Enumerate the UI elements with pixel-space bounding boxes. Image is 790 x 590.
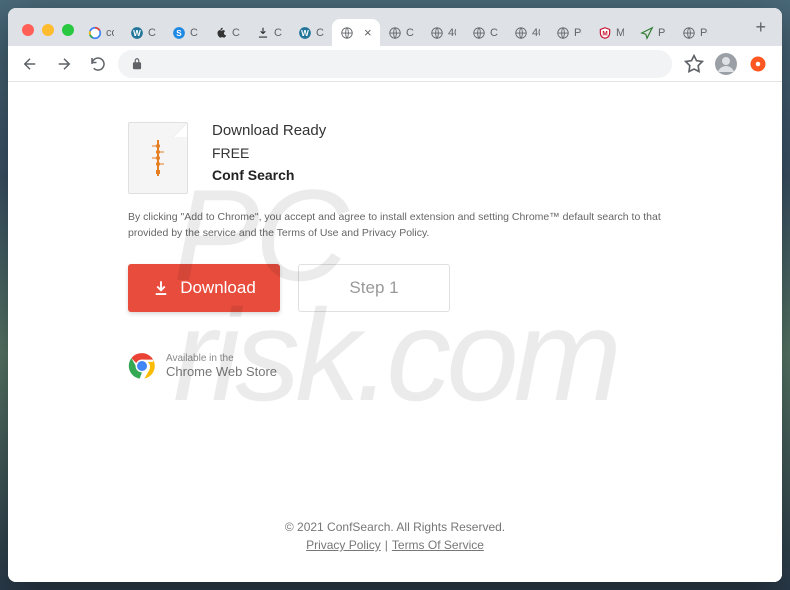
tab-label: Pe xyxy=(574,27,582,39)
file-icon xyxy=(128,122,188,194)
tab-label: Co xyxy=(406,27,414,39)
tab-1[interactable]: W Co xyxy=(122,20,164,46)
tab-label: Ca xyxy=(190,27,198,39)
tab-active[interactable]: × xyxy=(332,19,380,46)
download-arrow-icon xyxy=(152,279,170,297)
window-controls xyxy=(16,24,80,46)
tab-label: 40 xyxy=(448,27,456,39)
tab-label: Co xyxy=(490,27,498,39)
store-line2: Chrome Web Store xyxy=(166,364,277,379)
page-content: Download Ready FREE Conf Search By click… xyxy=(8,82,782,582)
tab-7[interactable]: Co xyxy=(380,20,422,46)
close-tab-icon[interactable]: × xyxy=(364,25,372,40)
globe-icon xyxy=(682,26,696,40)
extension-button[interactable] xyxy=(746,52,770,76)
tab-11[interactable]: Pe xyxy=(548,20,590,46)
star-button[interactable] xyxy=(682,52,706,76)
reload-button[interactable] xyxy=(84,50,112,78)
disclaimer-text: By clicking "Add to Chrome", you accept … xyxy=(8,194,782,242)
tab-12[interactable]: M Mo xyxy=(590,20,632,46)
globe-icon xyxy=(514,26,528,40)
titlebar: co WCo SCa Co Co WCo × Co 40 Co 40 Pe MM… xyxy=(8,8,782,46)
tab-4[interactable]: Co xyxy=(248,20,290,46)
svg-text:W: W xyxy=(133,29,141,38)
step-label: Step 1 xyxy=(349,278,398,298)
svg-text:S: S xyxy=(176,29,182,38)
tab-label: co xyxy=(106,27,114,39)
tab-label: Mo xyxy=(616,27,624,39)
tab-strip: co WCo SCa Co Co WCo × Co 40 Co 40 Pe MM… xyxy=(80,14,747,46)
s-icon: S xyxy=(172,26,186,40)
google-icon xyxy=(88,26,102,40)
tab-label: Co xyxy=(316,27,324,39)
button-row: Download Step 1 xyxy=(8,242,782,312)
apple-icon xyxy=(214,26,228,40)
new-tab-button[interactable]: + xyxy=(747,17,774,46)
mcafee-icon: M xyxy=(598,26,612,40)
hero-section: Download Ready FREE Conf Search xyxy=(8,82,782,194)
minimize-window-button[interactable] xyxy=(42,24,54,36)
lock-icon xyxy=(130,57,144,71)
address-bar[interactable] xyxy=(118,50,672,78)
tab-label: Pe xyxy=(700,27,708,39)
tab-2[interactable]: S Ca xyxy=(164,20,206,46)
nav-icon xyxy=(640,26,654,40)
terms-link[interactable]: Terms Of Service xyxy=(392,538,484,552)
browser-window: co WCo SCa Co Co WCo × Co 40 Co 40 Pe MM… xyxy=(8,8,782,582)
tab-13[interactable]: Pr xyxy=(632,20,674,46)
download-icon xyxy=(256,26,270,40)
tab-8[interactable]: 40 xyxy=(422,20,464,46)
footer: © 2021 ConfSearch. All Rights Reserved. … xyxy=(8,520,782,552)
tab-10[interactable]: 40 xyxy=(506,20,548,46)
download-button[interactable]: Download xyxy=(128,264,280,312)
separator: | xyxy=(385,538,388,552)
tab-5[interactable]: W Co xyxy=(290,20,332,46)
toolbar xyxy=(8,46,782,82)
toolbar-right xyxy=(678,52,774,76)
maximize-window-button[interactable] xyxy=(62,24,74,36)
profile-button[interactable] xyxy=(714,52,738,76)
step-button[interactable]: Step 1 xyxy=(298,264,450,312)
tab-3[interactable]: Co xyxy=(206,20,248,46)
hero-subtitle: FREE xyxy=(212,145,326,161)
tab-label: Co xyxy=(232,27,240,39)
footer-links: Privacy Policy | Terms Of Service xyxy=(8,538,782,552)
svg-text:M: M xyxy=(602,30,607,37)
copyright-text: © 2021 ConfSearch. All Rights Reserved. xyxy=(8,520,782,534)
tab-9[interactable]: Co xyxy=(464,20,506,46)
store-text: Available in the Chrome Web Store xyxy=(166,353,277,379)
tab-0[interactable]: co xyxy=(80,20,122,46)
tab-label: Co xyxy=(274,27,282,39)
close-window-button[interactable] xyxy=(22,24,34,36)
globe-icon xyxy=(430,26,444,40)
tab-label: Pr xyxy=(658,27,666,39)
tab-14[interactable]: Pe xyxy=(674,20,716,46)
globe-icon xyxy=(472,26,486,40)
back-button[interactable] xyxy=(16,50,44,78)
svg-text:W: W xyxy=(301,29,309,38)
globe-icon xyxy=(340,26,354,40)
globe-icon xyxy=(556,26,570,40)
wordpress-icon: W xyxy=(298,26,312,40)
hero-text: Download Ready FREE Conf Search xyxy=(212,122,326,194)
tab-label: 40 xyxy=(532,27,540,39)
chrome-icon xyxy=(128,352,156,380)
privacy-link[interactable]: Privacy Policy xyxy=(306,538,381,552)
globe-icon xyxy=(388,26,402,40)
store-line1: Available in the xyxy=(166,353,277,364)
hero-title: Download Ready xyxy=(212,122,326,139)
hero-product: Conf Search xyxy=(212,167,326,183)
download-label: Download xyxy=(180,278,256,298)
tab-label: Co xyxy=(148,27,156,39)
forward-button[interactable] xyxy=(50,50,78,78)
chrome-store-badge[interactable]: Available in the Chrome Web Store xyxy=(8,312,782,380)
wordpress-icon: W xyxy=(130,26,144,40)
